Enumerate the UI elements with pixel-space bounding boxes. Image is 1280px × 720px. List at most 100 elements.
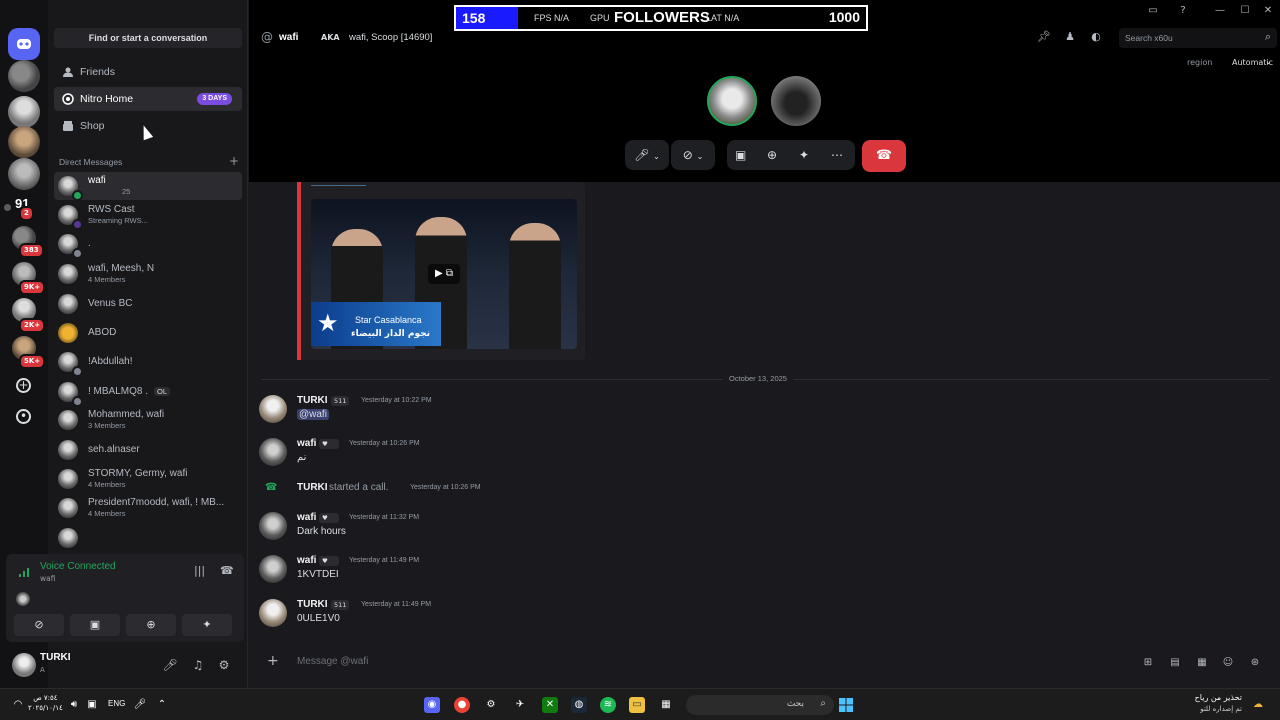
dm-item[interactable]: President7moodd, wafi, ! MB... 4 Members: [54, 494, 242, 522]
activities-button[interactable]: ⊕: [126, 614, 176, 636]
microphone-icon[interactable]: 🎤︎: [132, 697, 148, 713]
search-icon[interactable]: ⌕: [1261, 30, 1275, 44]
message[interactable]: wafi ♥ Yesterday at 10:26 PM نم: [259, 438, 1259, 478]
search-input[interactable]: Search x60u: [1119, 28, 1277, 48]
author-avatar[interactable]: [259, 555, 287, 583]
gif-icon[interactable]: ▤: [1168, 656, 1182, 670]
camera-button[interactable]: ⊘ ⌄: [671, 140, 715, 170]
user-avatar[interactable]: [12, 653, 36, 677]
screen-share-icon[interactable]: ▣: [735, 140, 746, 170]
pin-icon[interactable]: 📌︎: [1037, 30, 1051, 44]
taskbar-search[interactable]: بحث ⌕: [686, 695, 834, 715]
message[interactable]: TURKI 511 Yesterday at 11:49 PM 0ULE1V0: [259, 599, 1259, 639]
close-icon[interactable]: ✕: [1260, 3, 1276, 19]
call-author[interactable]: TURKI: [297, 482, 328, 493]
server-icon[interactable]: [8, 158, 40, 190]
notification-title[interactable]: تحذير من رياح: [1195, 693, 1242, 702]
dm-item[interactable]: ABOD: [54, 319, 242, 347]
server-icon[interactable]: [8, 126, 40, 158]
soundboard-icon[interactable]: ✦: [799, 140, 809, 170]
message-author[interactable]: TURKI: [297, 395, 328, 406]
server-icon[interactable]: [8, 96, 40, 128]
file-explorer-icon[interactable]: ▭: [629, 697, 645, 713]
message-author[interactable]: TURKI: [297, 599, 328, 610]
camera-off-button[interactable]: ⊘: [14, 614, 64, 636]
chevron-up-icon[interactable]: ⌃: [154, 697, 170, 713]
message-author[interactable]: wafi: [297, 438, 316, 449]
disconnect-icon[interactable]: ☎: [220, 564, 234, 577]
app-icon[interactable]: ⚙: [483, 697, 499, 713]
sticker-icon[interactable]: ▦: [1195, 656, 1209, 670]
activities-icon[interactable]: ⊕: [767, 140, 777, 170]
screen-share-button[interactable]: ▣: [70, 614, 120, 636]
soundboard-button[interactable]: ✦: [182, 614, 232, 636]
windows-start-icon[interactable]: [838, 697, 854, 713]
maximize-icon[interactable]: ☐: [1237, 3, 1253, 19]
find-conversation-button[interactable]: Find or start a conversation: [54, 28, 242, 48]
gift-icon[interactable]: ⊞: [1141, 656, 1155, 670]
emoji-icon[interactable]: ☺: [1221, 656, 1235, 670]
dm-item[interactable]: .: [54, 230, 242, 259]
server-icon[interactable]: [8, 60, 40, 92]
inbox-icon[interactable]: ▭: [1145, 3, 1161, 19]
author-avatar[interactable]: [259, 438, 287, 466]
author-avatar[interactable]: [259, 512, 287, 540]
dm-item[interactable]: ! MBALMQ8 . OL: [54, 378, 242, 407]
discord-taskbar-icon[interactable]: ◉: [424, 697, 440, 713]
discover-icon[interactable]: •: [16, 409, 31, 424]
steam-icon[interactable]: ◍: [571, 697, 587, 713]
help-icon[interactable]: ?: [1175, 3, 1191, 19]
taskbar-clock[interactable]: ٧:٥٤ ص ٢٠٢٥/١٠/١٤: [28, 693, 63, 713]
wifi-icon[interactable]: ◠: [10, 697, 26, 713]
microphone-icon[interactable]: 🎤︎: [162, 657, 178, 673]
voice-participant-avatar[interactable]: [16, 592, 30, 606]
more-options-icon[interactable]: ⋯: [831, 140, 843, 170]
nav-nitro-home[interactable]: Nitro Home 3 DAYS: [54, 87, 242, 111]
mute-button[interactable]: 🎤︎ ⌄: [625, 140, 669, 170]
message-author[interactable]: wafi: [297, 555, 316, 566]
apps-icon[interactable]: ⊛: [1248, 656, 1262, 670]
attach-plus-icon[interactable]: +: [267, 653, 279, 669]
volume-icon[interactable]: 🔊︎: [66, 697, 82, 713]
user-name[interactable]: TURKI: [40, 652, 71, 663]
noise-suppression-icon[interactable]: |||: [194, 564, 205, 577]
video-thumbnail[interactable]: ★ Star Casablanca نجوم الدار البيضاء ▶ ⧉: [311, 199, 577, 349]
store-icon[interactable]: ▦: [658, 697, 674, 713]
dm-item-wafi[interactable]: wafi 25: [54, 172, 242, 201]
user-profile-icon[interactable]: ◐: [1089, 30, 1103, 44]
nav-friends[interactable]: Friends: [54, 60, 242, 84]
connection-signal-icon[interactable]: [18, 566, 32, 578]
dm-item[interactable]: Venus BC: [54, 290, 242, 318]
add-friends-icon[interactable]: ♟: [1063, 30, 1077, 44]
message-mention[interactable]: @wafi: [297, 409, 329, 420]
call-participant-avatar[interactable]: [707, 76, 757, 126]
discord-home-button[interactable]: [8, 28, 40, 60]
dm-item[interactable]: [54, 524, 242, 552]
author-avatar[interactable]: [259, 599, 287, 627]
app-icon[interactable]: ✈: [512, 697, 528, 713]
message[interactable]: wafi ♥ Yesterday at 11:32 PM Dark hours: [259, 512, 1259, 552]
dm-item[interactable]: RWS Cast Streaming RWS...: [54, 201, 242, 230]
message-input[interactable]: Message @wafi: [297, 656, 368, 667]
message-author[interactable]: wafi: [297, 512, 316, 523]
create-dm-icon[interactable]: +: [229, 154, 239, 168]
headphones-icon[interactable]: ♫: [190, 657, 206, 673]
dm-item[interactable]: Mohammed, wafi 3 Members: [54, 406, 242, 434]
dm-item[interactable]: seh.alnaser: [54, 436, 242, 464]
dm-item[interactable]: STORMY, Germy, wafi 4 Members: [54, 465, 242, 493]
message[interactable]: wafi ♥ Yesterday at 11:49 PM 1KVTDEI: [259, 555, 1259, 595]
author-avatar[interactable]: [259, 395, 287, 423]
add-server-icon[interactable]: +: [16, 378, 31, 393]
weather-icon[interactable]: ☁: [1250, 697, 1266, 713]
network-icon[interactable]: ▣: [84, 697, 100, 713]
play-icon[interactable]: ▶ ⧉: [428, 264, 460, 284]
chevron-down-icon[interactable]: ⌄: [1265, 57, 1272, 66]
message[interactable]: TURKI 511 Yesterday at 10:22 PM @wafi: [259, 395, 1259, 435]
voice-channel-name[interactable]: wafi: [40, 574, 55, 583]
spotify-icon[interactable]: ≋: [600, 697, 616, 713]
chrome-icon[interactable]: ●: [454, 697, 470, 713]
minimize-icon[interactable]: —: [1212, 3, 1228, 19]
xbox-icon[interactable]: ✕: [542, 697, 558, 713]
dm-item[interactable]: !Abdullah!: [54, 348, 242, 377]
dm-item[interactable]: wafi, Meesh, N 4 Members: [54, 260, 242, 288]
